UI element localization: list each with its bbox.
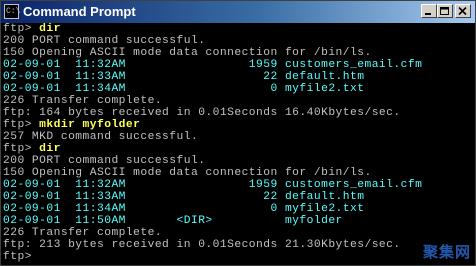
console-app-icon[interactable]: C:\ <box>4 4 20 19</box>
typed-command: dir <box>39 143 61 155</box>
maximize-button[interactable] <box>437 4 453 18</box>
title-bar[interactable]: C:\ Command Prompt <box>1 1 475 23</box>
command-prompt-window: C:\ Command Prompt ftp> dir 200 PORT comm… <box>0 0 476 266</box>
ftp-prompt: ftp> <box>3 251 40 263</box>
minimize-icon <box>425 13 431 15</box>
window-title: Command Prompt <box>23 4 136 19</box>
close-icon <box>458 7 467 16</box>
ftp-prompt: ftp> <box>3 143 40 155</box>
console-output[interactable]: ftp> dir 200 PORT command successful. 150 … <box>1 23 475 265</box>
output-line: ftp: 213 bytes received in 0.01Seconds 2… <box>3 239 401 251</box>
watermark-logo: 聚集网 <box>422 244 471 261</box>
typed-command: dir <box>39 23 61 35</box>
typed-command: mkdir myfolder <box>39 119 141 131</box>
prompt-line: ftp> <box>3 251 39 264</box>
maximize-icon <box>440 7 449 15</box>
close-button[interactable] <box>455 4 471 18</box>
ftp-prompt: ftp> <box>3 119 40 131</box>
ftp-prompt: ftp> <box>3 23 40 35</box>
minimize-button[interactable] <box>421 4 437 18</box>
